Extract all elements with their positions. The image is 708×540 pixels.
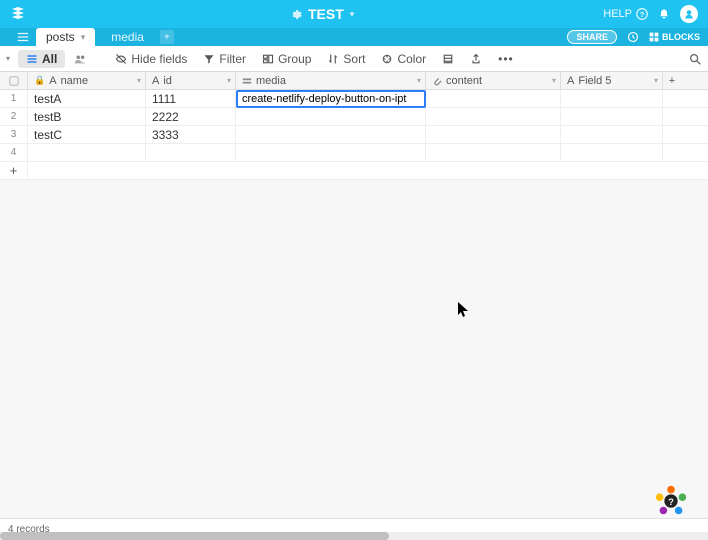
cell-content[interactable] xyxy=(426,126,561,143)
blocks-label: BLOCKS xyxy=(662,32,700,42)
cell-name[interactable]: testB xyxy=(28,108,146,125)
search-icon[interactable] xyxy=(688,52,702,66)
cell-id[interactable]: 3333 xyxy=(146,126,236,143)
sort-button[interactable]: Sort xyxy=(323,50,369,68)
secondary-bar: posts ▾ media + SHARE BLOCKS xyxy=(0,28,708,46)
column-label: media xyxy=(256,75,286,87)
hide-fields-button[interactable]: Hide fields xyxy=(111,50,191,68)
column-header-name[interactable]: 🔒 A name ▾ xyxy=(28,72,146,89)
horizontal-scrollbar[interactable] xyxy=(0,532,708,540)
chevron-down-icon[interactable]: ▾ xyxy=(552,76,556,85)
column-label: Field 5 xyxy=(578,75,611,87)
row-number[interactable]: 4 xyxy=(0,144,28,161)
tab-label: posts xyxy=(46,30,75,44)
view-toolbar: ▾ All Hide fields Filter Group Sort Colo… xyxy=(0,46,708,72)
view-selector[interactable]: All xyxy=(18,50,65,68)
data-grid: 1 testA 1111 2 testB 2222 3 testC 3333 4 xyxy=(0,90,708,180)
chevron-down-icon[interactable]: ▾ xyxy=(654,76,658,85)
menu-icon[interactable] xyxy=(16,30,30,44)
blocks-button[interactable]: BLOCKS xyxy=(649,32,700,42)
help-link[interactable]: HELP ? xyxy=(603,8,648,20)
column-header-field5[interactable]: A Field 5 ▾ xyxy=(561,72,663,89)
column-header-id[interactable]: A id ▾ xyxy=(146,72,236,89)
tool-label: Color xyxy=(397,52,426,66)
mouse-cursor xyxy=(458,302,470,321)
add-table-button[interactable]: + xyxy=(160,30,174,44)
media-input[interactable] xyxy=(242,93,420,105)
share-view-button[interactable] xyxy=(466,51,486,67)
chevron-down-icon: ▾ xyxy=(81,32,86,43)
avatar[interactable] xyxy=(680,5,698,23)
chevron-down-icon[interactable]: ▾ xyxy=(227,76,231,85)
help-label: HELP xyxy=(603,8,632,20)
cell-id[interactable]: 2222 xyxy=(146,108,236,125)
tab-posts[interactable]: posts ▾ xyxy=(36,28,95,46)
table-row[interactable]: 3 testC 3333 xyxy=(0,126,708,144)
cell-content[interactable] xyxy=(426,90,561,107)
logo-icon[interactable] xyxy=(10,5,26,21)
group-button[interactable]: Group xyxy=(258,50,315,68)
cell-id[interactable] xyxy=(146,144,236,161)
row-number[interactable]: 2 xyxy=(0,108,28,125)
cell-field5[interactable] xyxy=(561,144,663,161)
tool-label: Group xyxy=(278,52,311,66)
row-height-button[interactable] xyxy=(438,51,458,67)
row-number[interactable]: 1 xyxy=(0,90,28,107)
table-row[interactable]: 2 testB 2222 xyxy=(0,108,708,126)
column-header-content[interactable]: content ▾ xyxy=(426,72,561,89)
tool-label: Filter xyxy=(219,52,246,66)
row-number[interactable]: 3 xyxy=(0,126,28,143)
cell-media[interactable] xyxy=(236,126,426,143)
people-icon[interactable] xyxy=(73,52,87,66)
svg-text:?: ? xyxy=(668,497,674,508)
help-icon: ? xyxy=(636,8,648,20)
add-row-button[interactable]: + xyxy=(0,162,708,180)
cell-name[interactable] xyxy=(28,144,146,161)
chevron-down-icon[interactable]: ▾ xyxy=(137,76,141,85)
cell-media-active[interactable] xyxy=(236,90,426,108)
filter-button[interactable]: Filter xyxy=(199,50,250,68)
cell-id[interactable]: 1111 xyxy=(146,90,236,107)
view-name: All xyxy=(42,52,57,66)
color-button[interactable]: Color xyxy=(377,50,430,68)
history-icon[interactable] xyxy=(627,31,639,43)
column-header-media[interactable]: media ▾ xyxy=(236,72,426,89)
cell-name[interactable]: testC xyxy=(28,126,146,143)
cell-field5[interactable] xyxy=(561,126,663,143)
view-menu-toggle[interactable]: ▾ xyxy=(6,54,10,63)
tab-media[interactable]: media xyxy=(101,28,154,46)
column-label: content xyxy=(446,75,482,87)
cell-content[interactable] xyxy=(426,108,561,125)
tool-label: Hide fields xyxy=(131,52,187,66)
app-header: TEST ▾ HELP ? xyxy=(0,0,708,28)
table-row[interactable]: 1 testA 1111 xyxy=(0,90,708,108)
tool-label: Sort xyxy=(343,52,365,66)
more-button[interactable]: ••• xyxy=(494,50,518,68)
cell-media[interactable] xyxy=(236,144,426,161)
select-all-checkbox[interactable] xyxy=(0,72,28,89)
lock-icon: 🔒 xyxy=(34,75,45,86)
cell-content[interactable] xyxy=(426,144,561,161)
svg-text:?: ? xyxy=(640,10,645,19)
column-label: id xyxy=(163,75,172,87)
column-header-row: 🔒 A name ▾ A id ▾ media ▾ content ▾ A Fi… xyxy=(0,72,708,90)
add-column-button[interactable]: + xyxy=(663,72,681,89)
intercom-launcher[interactable]: ? xyxy=(652,482,690,520)
chevron-down-icon[interactable]: ▾ xyxy=(350,9,355,20)
scrollbar-thumb[interactable] xyxy=(0,532,389,540)
cell-field5[interactable] xyxy=(561,108,663,125)
gear-icon[interactable] xyxy=(289,8,302,21)
share-button[interactable]: SHARE xyxy=(567,30,617,44)
chevron-down-icon[interactable]: ▾ xyxy=(417,76,421,85)
tab-label: media xyxy=(111,30,144,44)
cell-media[interactable] xyxy=(236,108,426,125)
base-name[interactable]: TEST xyxy=(308,6,344,22)
cell-name[interactable]: testA xyxy=(28,90,146,107)
cell-field5[interactable] xyxy=(561,90,663,107)
table-row[interactable]: 4 xyxy=(0,144,708,162)
bell-icon[interactable] xyxy=(658,8,670,20)
column-label: name xyxy=(61,75,89,87)
